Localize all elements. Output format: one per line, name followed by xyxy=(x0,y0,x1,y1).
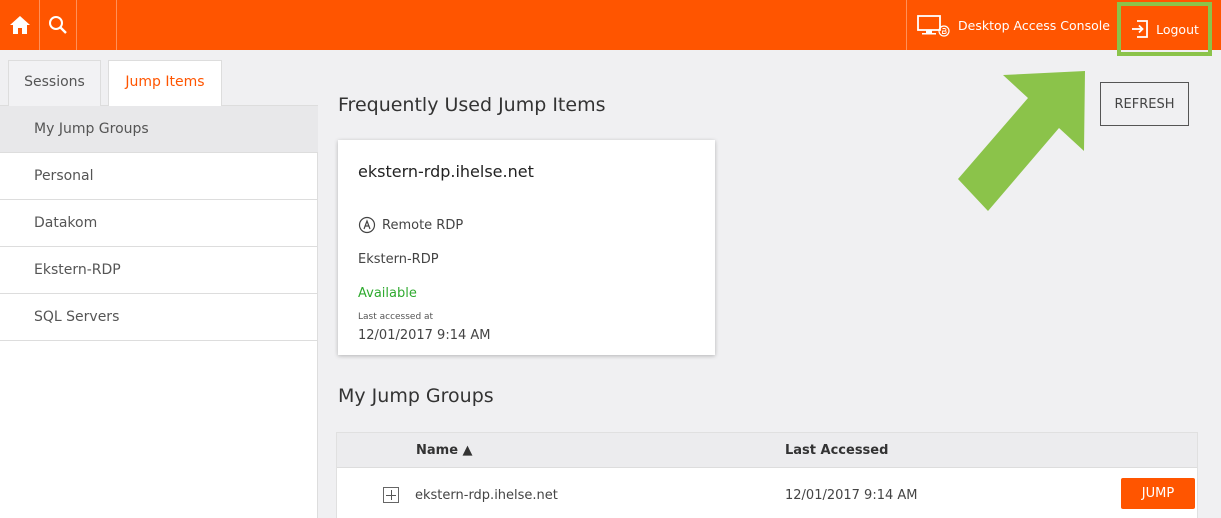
card-last-accessed: 12/01/2017 9:14 AM xyxy=(358,328,491,343)
card-status: Available xyxy=(358,286,417,301)
sidebar-item-ekstern-rdp[interactable]: Ekstern-RDP xyxy=(0,247,318,294)
card-last-accessed-label: Last accessed at xyxy=(358,312,434,322)
sidebar-item-datakom[interactable]: Datakom xyxy=(0,200,318,247)
jump-button[interactable]: JUMP xyxy=(1121,478,1195,509)
tab-jump-items[interactable]: Jump Items xyxy=(108,60,222,107)
card-type-row: Remote RDP xyxy=(358,216,463,234)
toolbar-divider xyxy=(116,0,117,50)
my-jump-groups-title: My Jump Groups xyxy=(338,385,494,407)
remote-rdp-icon xyxy=(358,216,376,234)
tab-sessions[interactable]: Sessions xyxy=(8,60,101,107)
desktop-access-console-button[interactable]: Desktop Access Console xyxy=(906,0,1116,50)
search-icon xyxy=(49,16,67,34)
frequent-items-title: Frequently Used Jump Items xyxy=(338,94,606,116)
card-title: ekstern-rdp.ihelse.net xyxy=(358,162,534,181)
desktop-access-console-label: Desktop Access Console xyxy=(958,17,1110,33)
refresh-button[interactable]: REFRESH xyxy=(1100,82,1189,126)
jump-groups-table: Name ▲ Last Accessed ekstern-rdp.ihelse.… xyxy=(336,432,1198,518)
annotation-arrow xyxy=(958,71,1085,211)
logout-label: Logout xyxy=(1156,21,1199,37)
jump-item-card[interactable]: ekstern-rdp.ihelse.net Remote RDP Ekster… xyxy=(338,140,715,355)
sidebar-item-my-jump-groups[interactable]: My Jump Groups xyxy=(0,106,318,153)
row-last-accessed: 12/01/2017 9:14 AM xyxy=(785,488,918,503)
logout-icon xyxy=(1132,20,1148,38)
logout-button[interactable]: Logout xyxy=(1117,2,1212,56)
expand-icon[interactable] xyxy=(383,487,399,503)
home-button[interactable] xyxy=(0,0,40,50)
top-bar: Desktop Access Console Logout xyxy=(0,0,1221,56)
table-header: Name ▲ Last Accessed xyxy=(337,433,1197,468)
search-button[interactable] xyxy=(40,0,77,50)
column-name-header[interactable]: Name ▲ xyxy=(416,443,473,458)
sidebar-item-sql-servers[interactable]: SQL Servers xyxy=(0,294,318,341)
desktop-console-icon xyxy=(917,15,950,37)
sidebar-item-personal[interactable]: Personal xyxy=(0,153,318,200)
sidebar: Sessions Jump Items My Jump Groups Perso… xyxy=(0,50,318,518)
home-icon xyxy=(9,16,30,34)
card-group: Ekstern-RDP xyxy=(358,252,439,267)
column-last-accessed-header[interactable]: Last Accessed xyxy=(785,443,888,458)
row-name: ekstern-rdp.ihelse.net xyxy=(415,488,558,503)
sidebar-tabs: Sessions Jump Items xyxy=(0,50,318,107)
card-type: Remote RDP xyxy=(382,217,464,233)
